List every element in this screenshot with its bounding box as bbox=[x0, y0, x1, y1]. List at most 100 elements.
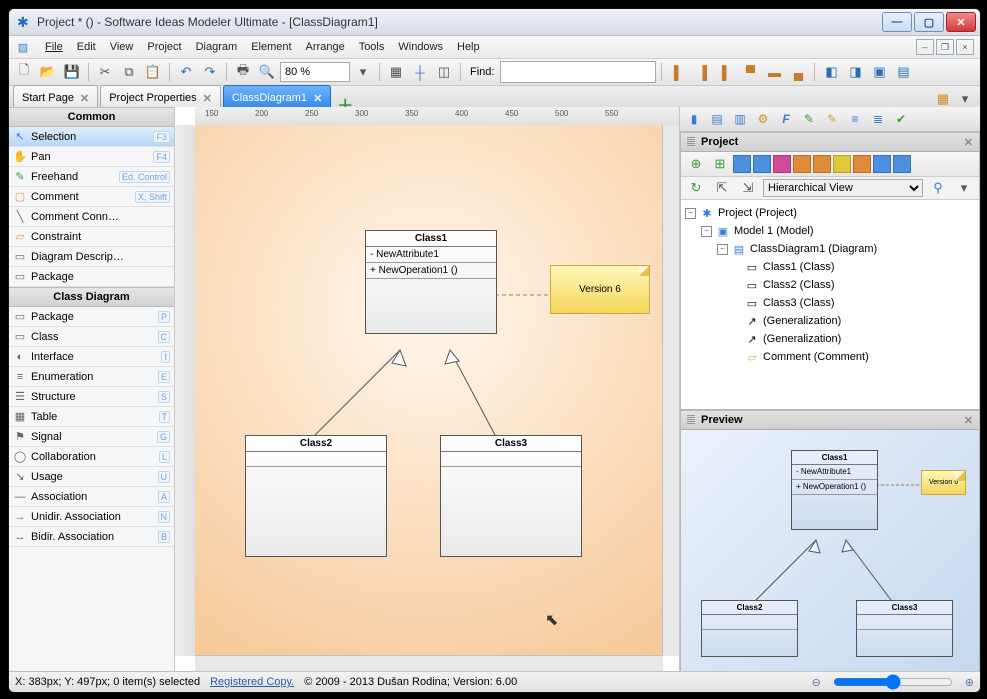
sq-yellow[interactable] bbox=[833, 155, 851, 173]
paste-button[interactable]: 📋 bbox=[142, 61, 164, 83]
proj-add2-button[interactable]: ⊞ bbox=[709, 153, 731, 175]
sq-blue[interactable] bbox=[733, 155, 751, 173]
copy-button[interactable]: ⧉ bbox=[118, 61, 140, 83]
tool-selection[interactable]: ↖SelectionF3 bbox=[9, 127, 174, 147]
close-icon[interactable]: ✕ bbox=[964, 414, 973, 427]
horizontal-scrollbar[interactable] bbox=[195, 655, 663, 672]
mdi-restore-button[interactable]: ❐ bbox=[936, 39, 954, 55]
sq-blue2[interactable] bbox=[753, 155, 771, 173]
tool-package[interactable]: ▭Package bbox=[9, 267, 174, 287]
undo-button[interactable]: ↶ bbox=[175, 61, 197, 83]
rt-btn-2[interactable]: ▤ bbox=[707, 109, 727, 129]
diagram-canvas[interactable]: Class1 - NewAttribute1 + NewOperation1 (… bbox=[195, 125, 663, 656]
filter-button[interactable]: ⚲ bbox=[927, 177, 949, 199]
zoom-input[interactable] bbox=[280, 62, 350, 82]
zoom-out-button[interactable]: ⊖ bbox=[812, 676, 821, 689]
toggle-icon[interactable]: − bbox=[717, 244, 728, 255]
preview-canvas[interactable]: Class1- NewAttribute1+ NewOperation1 () … bbox=[681, 430, 979, 671]
toggle-icon[interactable]: − bbox=[701, 226, 712, 237]
layout3-button[interactable]: ▣ bbox=[868, 61, 890, 83]
rt-btn-7[interactable]: ✎ bbox=[822, 109, 842, 129]
menu-windows[interactable]: Windows bbox=[398, 41, 443, 53]
grid-button[interactable]: ▦ bbox=[385, 61, 407, 83]
tree-class2[interactable]: Class2 (Class) bbox=[763, 279, 835, 291]
zoom-slider[interactable] bbox=[833, 674, 953, 690]
tool-cd-table[interactable]: ▦TableT bbox=[9, 407, 174, 427]
expand-button[interactable]: ⇲ bbox=[737, 177, 759, 199]
tool-cd-biassoc[interactable]: ↔Bidir. AssociationB bbox=[9, 527, 174, 547]
tree-comment[interactable]: Comment (Comment) bbox=[763, 351, 869, 363]
align-top-button[interactable]: ▀ bbox=[739, 61, 761, 83]
rt-btn-4[interactable]: ⚙ bbox=[753, 109, 773, 129]
mdi-minimize-button[interactable]: – bbox=[916, 39, 934, 55]
proj-add-button[interactable]: ⊕ bbox=[685, 153, 707, 175]
find-input[interactable] bbox=[500, 61, 656, 83]
menu-project[interactable]: Project bbox=[147, 41, 181, 53]
vertical-scrollbar[interactable] bbox=[662, 125, 679, 656]
guides-button[interactable]: ◫ bbox=[433, 61, 455, 83]
rt-btn-9[interactable]: ≣ bbox=[868, 109, 888, 129]
tool-constraint[interactable]: ▱Constraint bbox=[9, 227, 174, 247]
tree-gen2[interactable]: (Generalization) bbox=[763, 333, 841, 345]
close-icon[interactable]: ✕ bbox=[313, 92, 322, 105]
refresh-button[interactable]: ↻ bbox=[685, 177, 707, 199]
menu-help[interactable]: Help bbox=[457, 41, 480, 53]
sq-pink[interactable] bbox=[773, 155, 791, 173]
sq-orange2[interactable] bbox=[813, 155, 831, 173]
tree-model[interactable]: Model 1 (Model) bbox=[734, 225, 813, 237]
class2-box[interactable]: Class2 bbox=[245, 435, 387, 557]
cut-button[interactable]: ✂ bbox=[94, 61, 116, 83]
tool-cd-collaboration[interactable]: ◯CollaborationL bbox=[9, 447, 174, 467]
tool-cd-enumeration[interactable]: ≡EnumerationE bbox=[9, 367, 174, 387]
print-button[interactable]: 🖶 bbox=[232, 61, 254, 83]
tool-cd-structure[interactable]: ☰StructureS bbox=[9, 387, 174, 407]
maximize-button[interactable]: ▢ bbox=[914, 12, 944, 32]
save-button[interactable]: 💾 bbox=[61, 61, 83, 83]
rt-btn-6[interactable]: ✎ bbox=[799, 109, 819, 129]
close-icon[interactable]: ✕ bbox=[203, 92, 212, 105]
close-icon[interactable]: ✕ bbox=[80, 92, 89, 105]
minimize-button[interactable]: — bbox=[882, 12, 912, 32]
rt-btn-5[interactable]: F bbox=[776, 109, 796, 129]
layout4-button[interactable]: ▤ bbox=[892, 61, 914, 83]
tree-diagram[interactable]: ClassDiagram1 (Diagram) bbox=[750, 243, 877, 255]
tool-cd-usage[interactable]: ↘UsageU bbox=[9, 467, 174, 487]
rt-btn-1[interactable]: ▮ bbox=[684, 109, 704, 129]
tree-project[interactable]: Project (Project) bbox=[718, 207, 797, 219]
tool-comment-connector[interactable]: ╲Comment Conn… bbox=[9, 207, 174, 227]
comment-note[interactable]: Version 6 bbox=[550, 265, 650, 314]
tool-diagram-description[interactable]: ▭Diagram Descrip… bbox=[9, 247, 174, 267]
layout2-button[interactable]: ◨ bbox=[844, 61, 866, 83]
tree-class3[interactable]: Class3 (Class) bbox=[763, 297, 835, 309]
close-icon[interactable]: ✕ bbox=[964, 136, 973, 149]
align-right-button[interactable]: ▌ bbox=[715, 61, 737, 83]
align-bottom-button[interactable]: ▄ bbox=[787, 61, 809, 83]
redo-button[interactable]: ↷ bbox=[199, 61, 221, 83]
tool-cd-class[interactable]: ▭ClassC bbox=[9, 327, 174, 347]
menu-tools[interactable]: Tools bbox=[359, 41, 385, 53]
tool-freehand[interactable]: ✎FreehandEd. Control bbox=[9, 167, 174, 187]
menu-view[interactable]: View bbox=[110, 41, 134, 53]
align-left-button[interactable]: ▌ bbox=[667, 61, 689, 83]
menu-diagram[interactable]: Diagram bbox=[196, 41, 238, 53]
tool-pan[interactable]: ✋PanF4 bbox=[9, 147, 174, 167]
tool-cd-package[interactable]: ▭PackageP bbox=[9, 307, 174, 327]
mdi-close-button[interactable]: × bbox=[956, 39, 974, 55]
tool-comment[interactable]: ▢CommentX, Shift bbox=[9, 187, 174, 207]
rt-btn-10[interactable]: ✔ bbox=[891, 109, 911, 129]
layout1-button[interactable]: ◧ bbox=[820, 61, 842, 83]
menu-file[interactable]: File bbox=[45, 41, 63, 53]
sq-blue4[interactable] bbox=[893, 155, 911, 173]
collapse-button[interactable]: ⇱ bbox=[711, 177, 733, 199]
snap-button[interactable]: ┼ bbox=[409, 61, 431, 83]
tool-cd-signal[interactable]: ⚑SignalG bbox=[9, 427, 174, 447]
zoom-in-button[interactable]: ⊕ bbox=[965, 676, 974, 689]
zoom-dropdown-button[interactable]: ▾ bbox=[352, 61, 374, 83]
sq-blue3[interactable] bbox=[873, 155, 891, 173]
new-button[interactable]: 🗋 bbox=[13, 61, 35, 83]
view-menu-button[interactable]: ▾ bbox=[953, 177, 975, 199]
menu-element[interactable]: Element bbox=[251, 41, 291, 53]
class1-box[interactable]: Class1 - NewAttribute1 + NewOperation1 (… bbox=[365, 230, 497, 334]
registered-link[interactable]: Registered Copy. bbox=[210, 676, 294, 688]
tree-gen1[interactable]: (Generalization) bbox=[763, 315, 841, 327]
